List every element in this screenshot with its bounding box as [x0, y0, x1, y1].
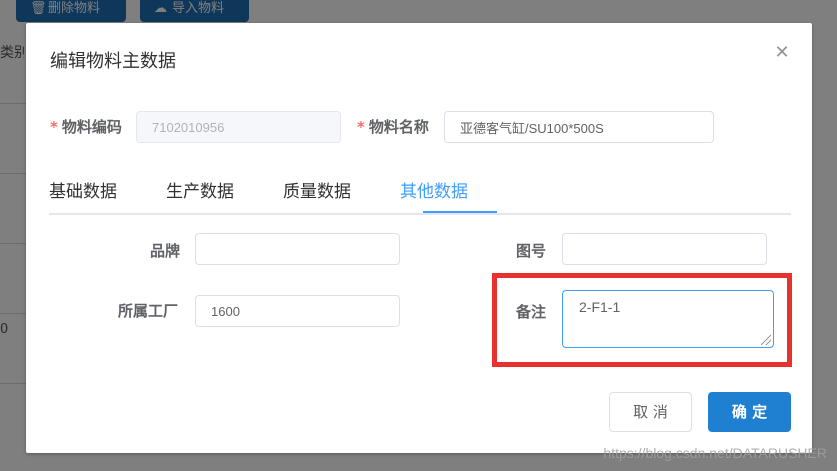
- highlight-annotation: [492, 273, 792, 367]
- tab-quality-data[interactable]: 质量数据: [283, 177, 351, 202]
- material-code-input: [136, 111, 341, 143]
- confirm-button[interactable]: 确 定: [708, 392, 791, 432]
- close-icon[interactable]: ✕: [774, 44, 790, 62]
- cancel-button[interactable]: 取 消: [609, 392, 692, 432]
- factory-label: 所属工厂: [118, 302, 179, 320]
- tab-basic-data[interactable]: 基础数据: [49, 177, 117, 202]
- material-name-label: * 物料名称: [357, 118, 429, 136]
- factory-input[interactable]: [195, 295, 400, 327]
- active-tab-indicator: [423, 211, 497, 213]
- brand-label: 品牌: [150, 242, 181, 260]
- drawing-number-label: 图号: [516, 242, 547, 260]
- required-asterisk: *: [357, 118, 365, 136]
- tab-other-data[interactable]: 其他数据: [400, 177, 468, 202]
- dialog-title: 编辑物料主数据: [50, 51, 176, 72]
- tab-bar: 基础数据 生产数据 质量数据 其他数据: [49, 177, 791, 215]
- drawing-number-input[interactable]: [562, 233, 767, 265]
- tab-production-data[interactable]: 生产数据: [166, 177, 234, 202]
- material-name-input[interactable]: [444, 111, 714, 143]
- material-code-label: * 物料编码: [50, 118, 122, 136]
- watermark: https://blog.csdn.net/DATARUSHER: [603, 445, 827, 461]
- brand-input[interactable]: [195, 233, 400, 265]
- edit-material-dialog: 编辑物料主数据 ✕ *物料编码 *物料名称 基础数据 生产数据 质量数据 其他数…: [26, 23, 812, 453]
- required-asterisk: *: [50, 118, 58, 136]
